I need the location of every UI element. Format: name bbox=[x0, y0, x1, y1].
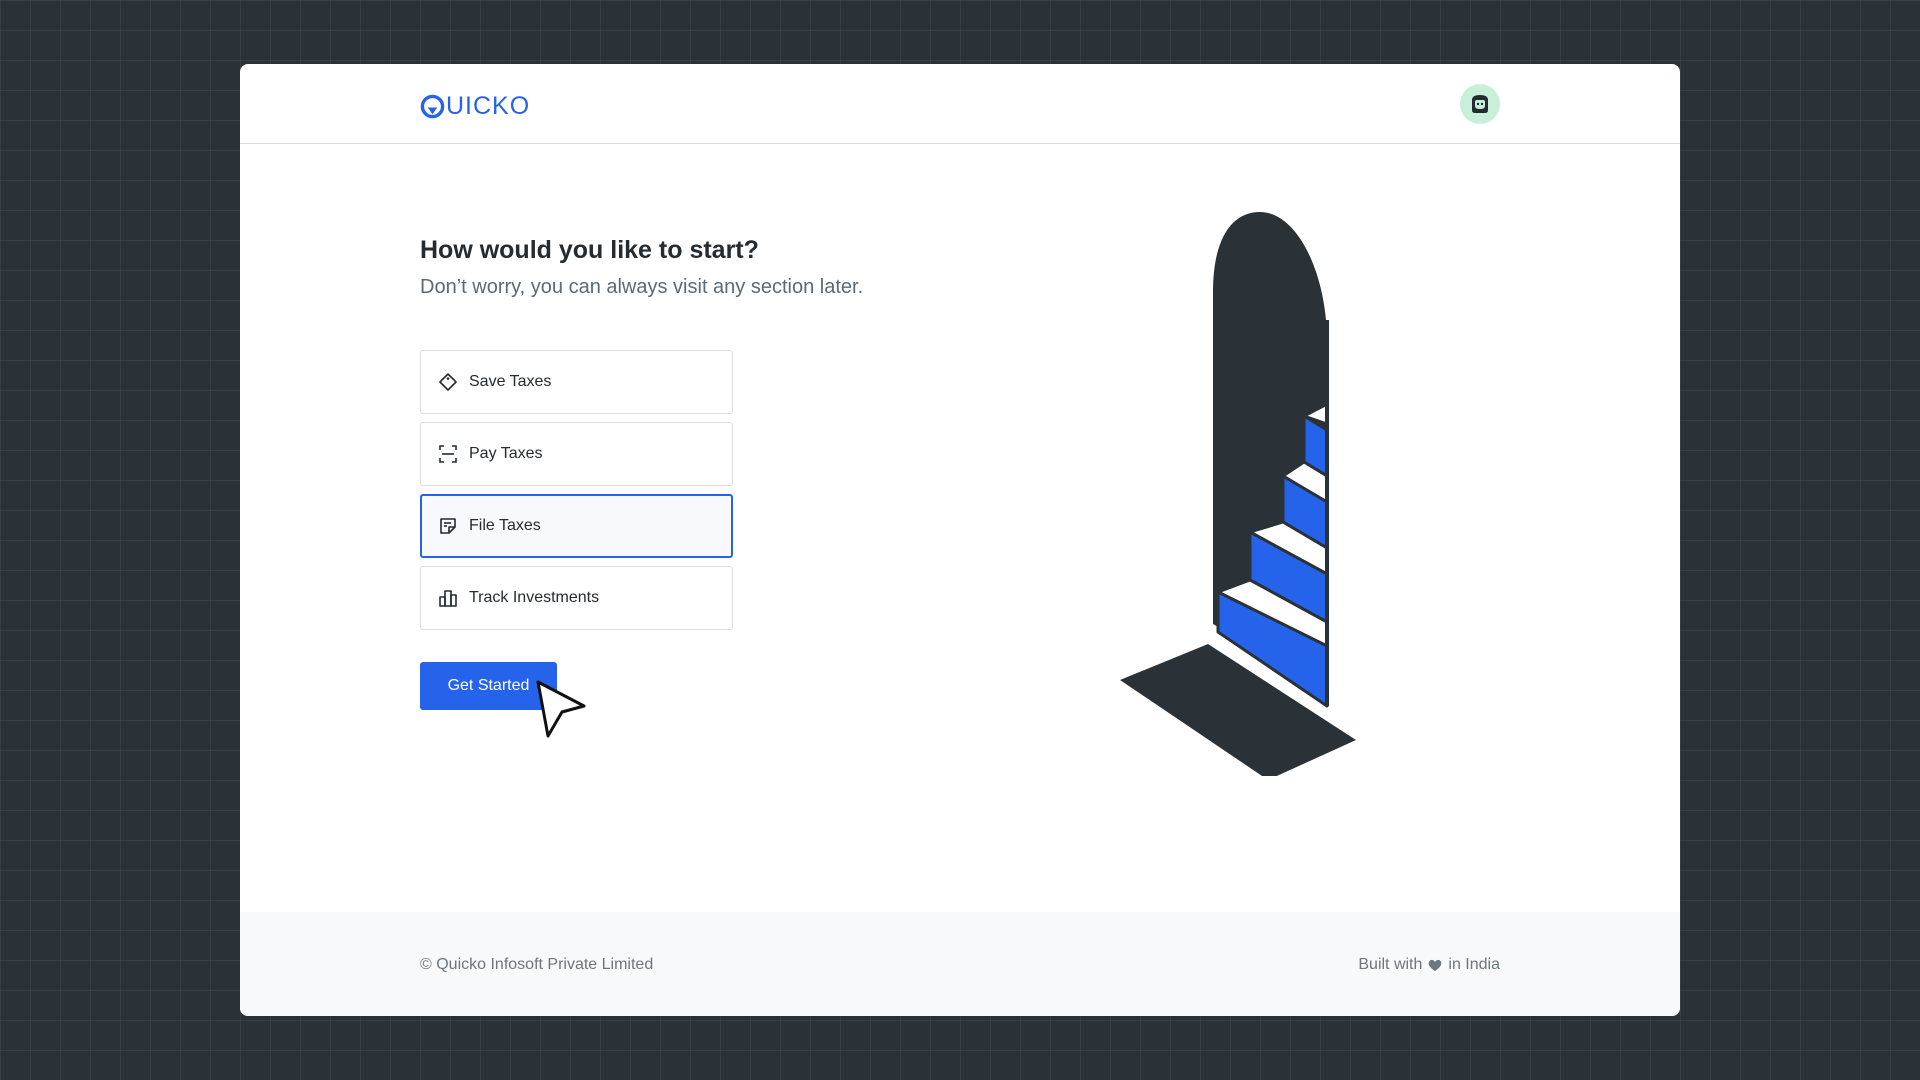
option-track-investments[interactable]: Track Investments bbox=[420, 566, 733, 630]
option-file-taxes[interactable]: File Taxes bbox=[420, 494, 733, 558]
avatar[interactable] bbox=[1460, 84, 1500, 124]
built-with-text: Built with in India bbox=[1358, 956, 1500, 974]
start-options-list: Save Taxes Pay Taxes File Taxes Track In… bbox=[420, 350, 733, 638]
app-window: UICKO How would you like to start? Don’t… bbox=[240, 64, 1680, 1016]
quicko-logo[interactable]: UICKO bbox=[420, 92, 530, 121]
sticky-note-icon bbox=[438, 516, 458, 536]
scan-icon bbox=[438, 444, 458, 464]
heart-icon bbox=[1429, 959, 1442, 971]
option-label: Save Taxes bbox=[469, 373, 552, 390]
tag-icon bbox=[438, 372, 458, 392]
option-pay-taxes[interactable]: Pay Taxes bbox=[420, 422, 733, 486]
top-header: UICKO bbox=[240, 64, 1680, 144]
bar-chart-icon bbox=[438, 588, 458, 608]
option-label: File Taxes bbox=[469, 517, 541, 534]
bot-avatar-icon bbox=[1472, 95, 1488, 113]
built-prefix: Built with bbox=[1358, 956, 1423, 973]
logo-wordmark: UICKO bbox=[446, 92, 531, 120]
option-label: Pay Taxes bbox=[469, 445, 543, 462]
option-save-taxes[interactable]: Save Taxes bbox=[420, 350, 733, 414]
page-subtitle: Don’t worry, you can always visit any se… bbox=[420, 276, 864, 298]
option-label: Track Investments bbox=[469, 589, 600, 606]
mouse-pointer-icon bbox=[536, 680, 586, 738]
staircase-doorway-illustration bbox=[1120, 212, 1356, 776]
copyright-text: © Quicko Infosoft Private Limited bbox=[420, 956, 654, 973]
page-title: How would you like to start? bbox=[420, 236, 759, 264]
logo-q-mark bbox=[420, 94, 445, 119]
built-suffix: in India bbox=[1448, 956, 1500, 973]
page-footer: © Quicko Infosoft Private Limited Built … bbox=[240, 912, 1680, 1016]
